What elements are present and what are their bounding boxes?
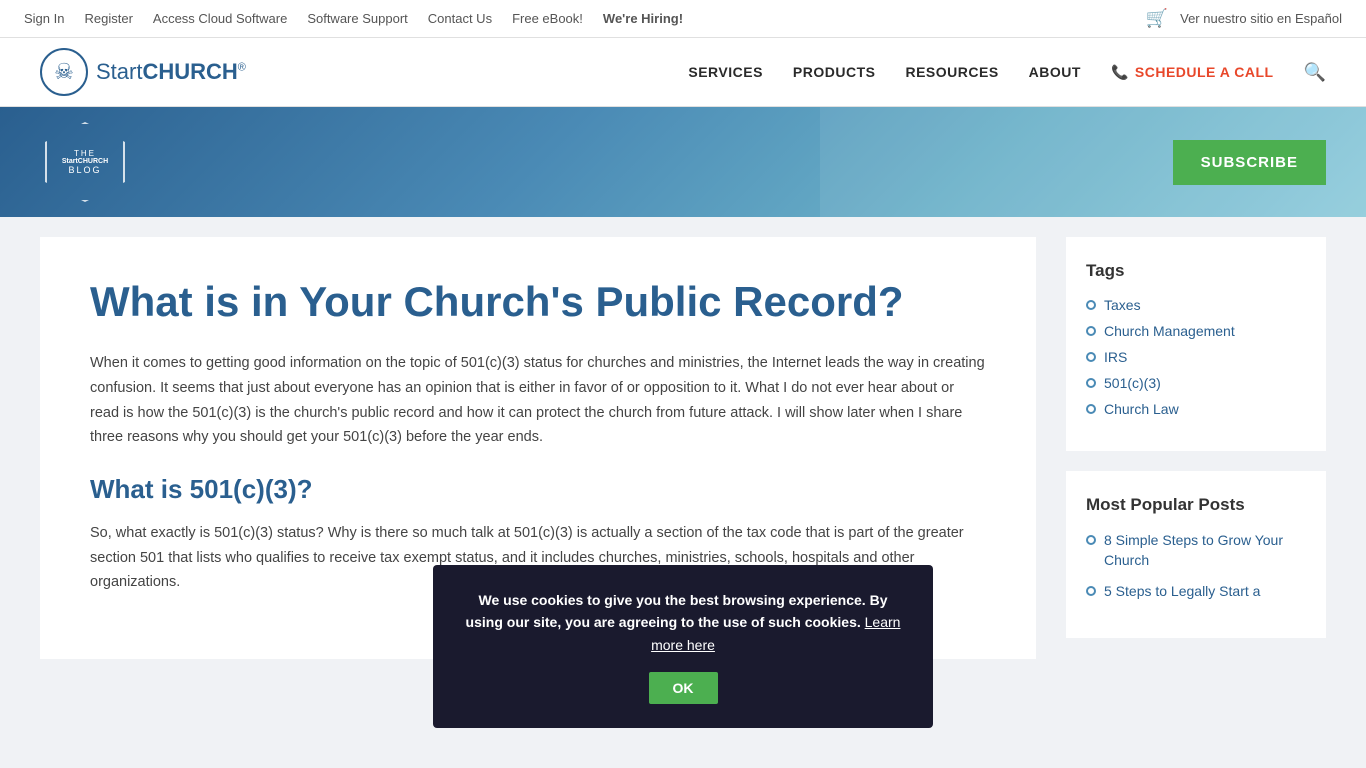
tags-title: Tags <box>1086 261 1306 281</box>
popular-start-church[interactable]: 5 Steps to Legally Start a <box>1104 582 1260 602</box>
logo-icon: ☠ <box>40 48 88 96</box>
nav-products[interactable]: PRODUCTS <box>793 64 876 80</box>
list-item: 5 Steps to Legally Start a <box>1086 582 1306 602</box>
popular-posts-card: Most Popular Posts 8 Simple Steps to Gro… <box>1066 471 1326 638</box>
sidebar: Tags Taxes Church Management IRS 501(c)(… <box>1066 237 1326 659</box>
nav-about[interactable]: ABOUT <box>1029 64 1081 80</box>
top-bar: Sign In Register Access Cloud Software S… <box>0 0 1366 38</box>
popular-dot <box>1086 535 1096 545</box>
tag-church-law[interactable]: Church Law <box>1104 401 1179 417</box>
sign-in-link[interactable]: Sign In <box>24 11 64 26</box>
cookie-ok-button[interactable]: OK <box>649 672 718 704</box>
tag-dot <box>1086 378 1096 388</box>
top-bar-right: 🛒 Ver nuestro sitio en Español <box>1146 8 1342 29</box>
tags-card: Tags Taxes Church Management IRS 501(c)(… <box>1066 237 1326 451</box>
list-item: 501(c)(3) <box>1086 375 1306 391</box>
free-ebook-link[interactable]: Free eBook! <box>512 11 583 26</box>
list-item: 8 Simple Steps to Grow Your Church <box>1086 531 1306 570</box>
cloud-software-link[interactable]: Access Cloud Software <box>153 11 287 26</box>
hero-banner: THE StartCHURCH BLOG SUBSCRIBE <box>0 107 1366 217</box>
popular-title: Most Popular Posts <box>1086 495 1306 515</box>
top-bar-links: Sign In Register Access Cloud Software S… <box>24 11 683 26</box>
subscribe-button[interactable]: SUBSCRIBE <box>1173 140 1326 185</box>
hiring-link[interactable]: We're Hiring! <box>603 11 683 26</box>
tag-church-management[interactable]: Church Management <box>1104 323 1235 339</box>
article-title: What is in Your Church's Public Record? <box>90 277 986 327</box>
cookie-banner: We use cookies to give you the best brow… <box>433 565 933 728</box>
tag-dot <box>1086 404 1096 414</box>
popular-dot <box>1086 586 1096 596</box>
list-item: Church Management <box>1086 323 1306 339</box>
schedule-call-button[interactable]: 📞 SCHEDULE A CALL <box>1111 64 1274 81</box>
logo-text: StartCHURCH® <box>96 59 246 85</box>
blog-logo: THE StartCHURCH BLOG <box>40 117 130 207</box>
main-nav: ☠ StartCHURCH® SERVICES PRODUCTS RESOURC… <box>0 38 1366 107</box>
popular-list: 8 Simple Steps to Grow Your Church 5 Ste… <box>1086 531 1306 602</box>
article-subheading-1: What is 501(c)(3)? <box>90 474 986 505</box>
list-item: IRS <box>1086 349 1306 365</box>
tag-501c3[interactable]: 501(c)(3) <box>1104 375 1161 391</box>
popular-grow-church[interactable]: 8 Simple Steps to Grow Your Church <box>1104 531 1306 570</box>
tag-taxes[interactable]: Taxes <box>1104 297 1141 313</box>
software-support-link[interactable]: Software Support <box>307 11 407 26</box>
cookie-text: We use cookies to give you the best brow… <box>465 589 901 656</box>
register-link[interactable]: Register <box>84 11 132 26</box>
spanish-link[interactable]: Ver nuestro sitio en Español <box>1180 11 1342 26</box>
nav-resources[interactable]: RESOURCES <box>905 64 998 80</box>
tag-dot <box>1086 352 1096 362</box>
hex-shape: THE StartCHURCH BLOG <box>45 122 125 202</box>
phone-icon: 📞 <box>1111 64 1129 81</box>
search-icon[interactable]: 🔍 <box>1304 62 1326 83</box>
contact-us-link[interactable]: Contact Us <box>428 11 492 26</box>
nav-services[interactable]: SERVICES <box>688 64 763 80</box>
tag-dot <box>1086 326 1096 336</box>
tag-dot <box>1086 300 1096 310</box>
list-item: Taxes <box>1086 297 1306 313</box>
logo[interactable]: ☠ StartCHURCH® <box>40 48 246 96</box>
cart-icon[interactable]: 🛒 <box>1146 8 1168 29</box>
tag-irs[interactable]: IRS <box>1104 349 1127 365</box>
list-item: Church Law <box>1086 401 1306 417</box>
article-body-1: When it comes to getting good informatio… <box>90 351 986 450</box>
nav-links: SERVICES PRODUCTS RESOURCES ABOUT 📞 SCHE… <box>688 62 1326 83</box>
tag-list: Taxes Church Management IRS 501(c)(3) Ch… <box>1086 297 1306 417</box>
